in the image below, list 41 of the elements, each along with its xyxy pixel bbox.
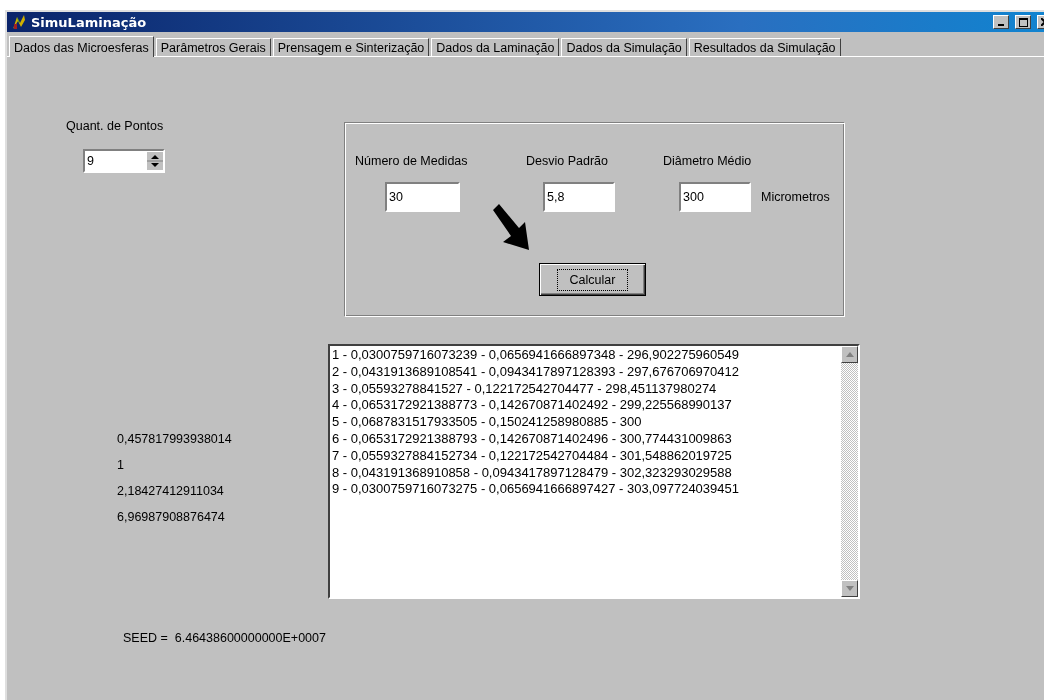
scrollbar[interactable]	[841, 346, 858, 597]
result-value: 1	[117, 458, 125, 472]
list-item[interactable]: 9 - 0,0300759716073275 - 0,0656941666897427 - 303,097724039451	[332, 481, 839, 499]
input-field[interactable]: 30	[385, 182, 460, 212]
seed-label: SEED = 6.46438600000000E+0007	[123, 631, 326, 645]
list-item[interactable]: 8 - 0,043191368910858 - 0,0943417897128479 - 302,323293029588	[332, 464, 839, 482]
tab[interactable]: Parâmetros Gerais	[155, 38, 271, 56]
maximize-button[interactable]	[1015, 15, 1031, 29]
list-item[interactable]: 4 - 0,0653172921388773 - 0,142670871402492 - 299,225568990137	[332, 397, 839, 415]
list-item[interactable]: 7 - 0,0559327884152734 - 0,122172542704484 - 301,548862019725	[332, 447, 839, 465]
result-value: 0,457817993938014	[117, 432, 233, 446]
result-value: 2,18427412911034	[117, 484, 225, 498]
list-item[interactable]: 1 - 0,0300759716073239 - 0,0656941666897348 - 296,902275960549	[332, 347, 839, 364]
maximize-icon	[1018, 17, 1028, 27]
points-spinner[interactable]: 9	[83, 149, 165, 173]
down-arrow-icon	[845, 586, 854, 591]
scroll-up-button[interactable]	[841, 346, 858, 363]
tab[interactable]: Resultados da Simulação	[688, 38, 841, 56]
input-field[interactable]: 5,8	[543, 182, 615, 212]
list-item[interactable]: 2 - 0,0431913689108541 - 0,0943417897128393 - 297,676706970412	[332, 363, 839, 381]
scroll-down-button[interactable]	[841, 580, 858, 597]
minimize-button[interactable]	[993, 15, 1009, 29]
calculate-button[interactable]: Calcular	[539, 263, 646, 296]
tab[interactable]: Prensagem e Sinterização	[272, 38, 430, 56]
tab[interactable]: Dados das Microesferas	[9, 36, 154, 57]
spin-arrows-icon	[147, 152, 163, 170]
field-label: Diâmetro Médio	[663, 154, 753, 168]
result-value: 6,96987908876474	[117, 510, 226, 524]
unit-label: Micrometros	[761, 190, 830, 204]
tab[interactable]: Dados da Laminação	[431, 38, 560, 56]
list-item[interactable]: 5 - 0,0687831517933505 - 0,150241258980885 - 300	[332, 414, 839, 431]
field-label: Desvio Padrão	[526, 154, 609, 168]
window-title: SimuLaminação	[31, 14, 148, 30]
tab[interactable]: Dados da Simulação	[561, 38, 687, 56]
up-arrow-icon	[845, 352, 854, 357]
app-icon	[11, 14, 27, 30]
list-item[interactable]: 3 - 0,05593278841527 - 0,122172542704477 - 298,451137980274	[332, 380, 839, 398]
list-item[interactable]: 6 - 0,0653172921388793 - 0,142670871402496 - 300,774431009863	[332, 431, 839, 448]
points-label: Quant. de Pontos	[66, 119, 164, 133]
field-label: Número de Medidas	[355, 154, 469, 168]
input-field[interactable]: 300	[679, 182, 751, 212]
